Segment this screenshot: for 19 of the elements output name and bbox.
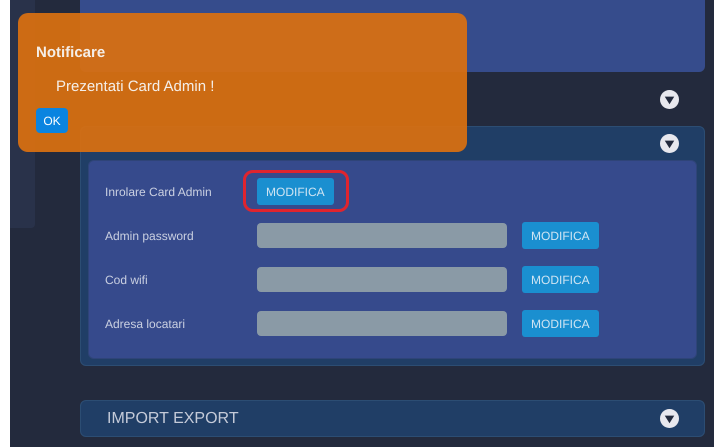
input-field[interactable] <box>257 223 507 248</box>
setting-label: Adresa locatari <box>105 316 186 330</box>
modify-button[interactable]: MODIFICA <box>257 178 334 205</box>
import-export-header[interactable]: IMPORT EXPORT <box>80 400 705 437</box>
input-field[interactable] <box>257 267 507 292</box>
modify-button[interactable]: MODIFICA <box>522 266 599 293</box>
ok-button[interactable]: OK <box>36 108 68 133</box>
setting-label: Cod wifi <box>105 272 149 286</box>
dialog-message: Prezentati Card Admin ! <box>56 78 214 95</box>
modify-button[interactable]: MODIFICA <box>522 310 599 337</box>
input-field[interactable] <box>257 311 507 336</box>
chevron-down-icon[interactable] <box>660 90 679 108</box>
modify-button[interactable]: MODIFICA <box>522 222 599 249</box>
chevron-down-icon[interactable] <box>660 134 679 153</box>
dialog-title: Notificare <box>36 44 106 61</box>
setting-label: Inrolare Card Admin <box>105 184 213 198</box>
section-title: IMPORT EXPORT <box>107 410 239 428</box>
chevron-down-icon[interactable] <box>660 409 679 428</box>
setting-label: Admin password <box>105 228 195 242</box>
